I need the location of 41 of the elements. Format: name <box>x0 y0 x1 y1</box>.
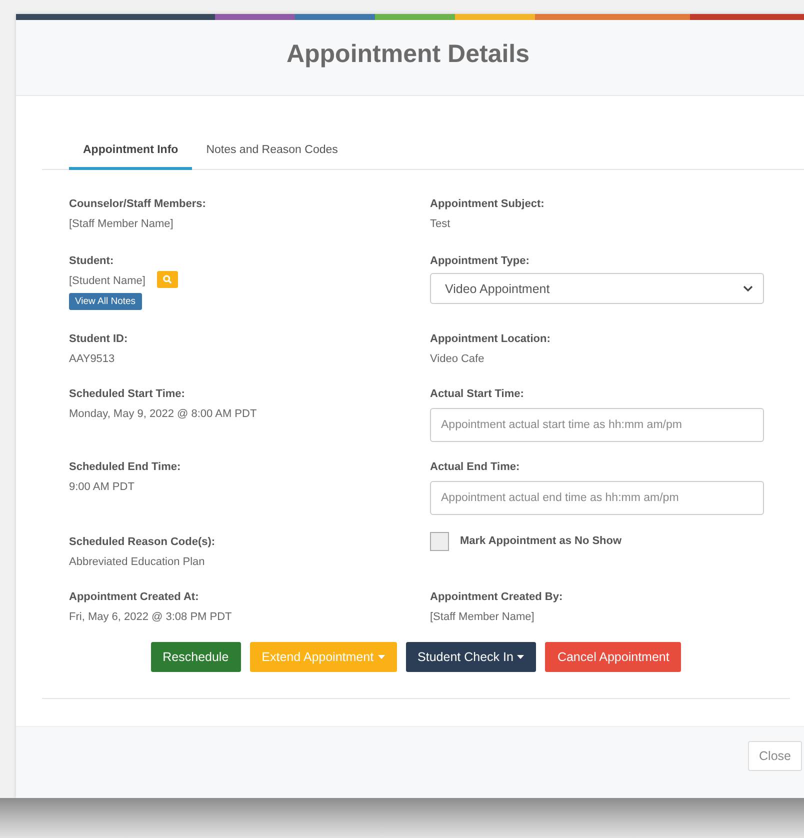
field-label: Scheduled End Time: <box>69 461 182 473</box>
field-label: Scheduled Start Time: <box>69 388 186 400</box>
caret-icon <box>517 655 524 659</box>
action-button[interactable]: Cancel Appointment <box>545 642 682 672</box>
field-value: Monday, May 9, 2022 @ 8:00 AM PDT <box>69 408 257 420</box>
action-button[interactable]: Student Check In <box>406 642 536 672</box>
field-value: [Student Name] <box>69 274 146 286</box>
field-value: [Staff Member Name] <box>69 218 174 230</box>
field-label: Actual Start Time: <box>430 388 525 400</box>
field-value: AAY9513 <box>69 353 115 365</box>
field-label: Actual End Time: <box>430 461 521 473</box>
field-label: Appointment Location: <box>430 333 552 345</box>
close-button[interactable]: Close <box>748 740 802 770</box>
search-button[interactable] <box>157 271 178 288</box>
field-label: Appointment Created At: <box>69 591 200 603</box>
chevron-icon <box>743 285 753 292</box>
field-label: Student ID: <box>69 333 129 345</box>
dialog-title: Appointment Details <box>286 40 530 69</box>
field-value: [Staff Member Name] <box>430 611 534 623</box>
view-notes-button[interactable]: View All Notes <box>69 293 142 310</box>
time-input-field[interactable]: Appointment actual start time as hh:mm am/pm <box>430 408 764 442</box>
field-label: Student: <box>69 255 115 267</box>
checkbox-label: Mark Appointment as No Show <box>460 535 622 547</box>
field-value: Fri, May 6, 2022 @ 3:08 PM PDT <box>69 611 232 623</box>
field-value: 9:00 AM PDT <box>69 481 134 493</box>
field-value: Abbreviated Education Plan <box>69 556 205 568</box>
search-icon <box>163 275 172 284</box>
field-label: Scheduled Reason Code(s): <box>69 536 216 548</box>
field-label: Counselor/Staff Members: <box>69 198 207 210</box>
time-input-field[interactable]: Appointment actual end time as hh:mm am/pm <box>430 481 764 515</box>
field-label: Appointment Created By: <box>430 591 564 603</box>
caret-icon <box>378 655 385 659</box>
field-value: Video Cafe <box>430 353 484 365</box>
type-dropdown[interactable]: Video Appointment <box>430 273 764 304</box>
checkbox[interactable] <box>430 532 449 551</box>
tab[interactable]: Appointment Info <box>69 136 192 170</box>
tab[interactable]: Notes and Reason Codes <box>192 136 352 170</box>
field-label: Appointment Subject: <box>430 198 546 210</box>
field-label: Appointment Type: <box>430 255 530 267</box>
action-button[interactable]: Reschedule <box>150 642 241 672</box>
field-value: Test <box>430 218 450 230</box>
